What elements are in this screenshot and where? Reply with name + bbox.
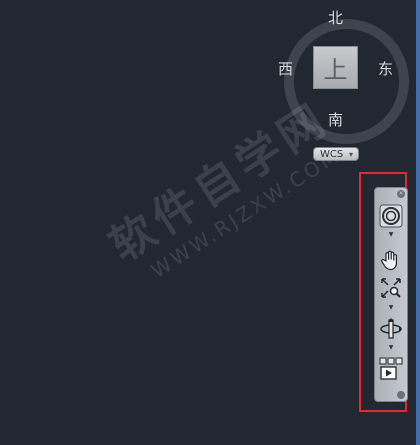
zoom-button[interactable] bbox=[379, 276, 403, 300]
steering-wheel-icon bbox=[379, 204, 403, 228]
showmotion-icon bbox=[379, 357, 403, 380]
zoom-extents-icon bbox=[381, 278, 401, 298]
compass-north-label[interactable]: 北 bbox=[328, 7, 343, 28]
hand-icon bbox=[381, 250, 397, 271]
compass-east-label[interactable]: 东 bbox=[378, 58, 393, 79]
steering-wheel-button[interactable] bbox=[379, 204, 403, 228]
chevron-down-icon[interactable]: ▼ bbox=[389, 304, 394, 311]
showmotion-button[interactable] bbox=[378, 356, 404, 382]
chevron-down-icon[interactable]: ▼ bbox=[389, 344, 394, 351]
navigation-bar: ✕ ▼ ▼ ▼ bbox=[374, 187, 408, 402]
chevron-down-icon[interactable]: ▼ bbox=[389, 231, 394, 238]
pan-button[interactable] bbox=[379, 248, 403, 272]
viewcube-top-face[interactable]: 上 bbox=[313, 46, 358, 89]
orbit-icon bbox=[380, 318, 402, 339]
customize-menu-icon[interactable] bbox=[397, 391, 405, 399]
orbit-button[interactable] bbox=[378, 316, 404, 342]
window-edge-stripe bbox=[416, 0, 420, 445]
close-icon[interactable]: ✕ bbox=[397, 190, 405, 198]
watermark: 软件自学网 WWW.RJZXW.COM bbox=[95, 84, 353, 294]
compass-west-label[interactable]: 西 bbox=[278, 58, 293, 79]
